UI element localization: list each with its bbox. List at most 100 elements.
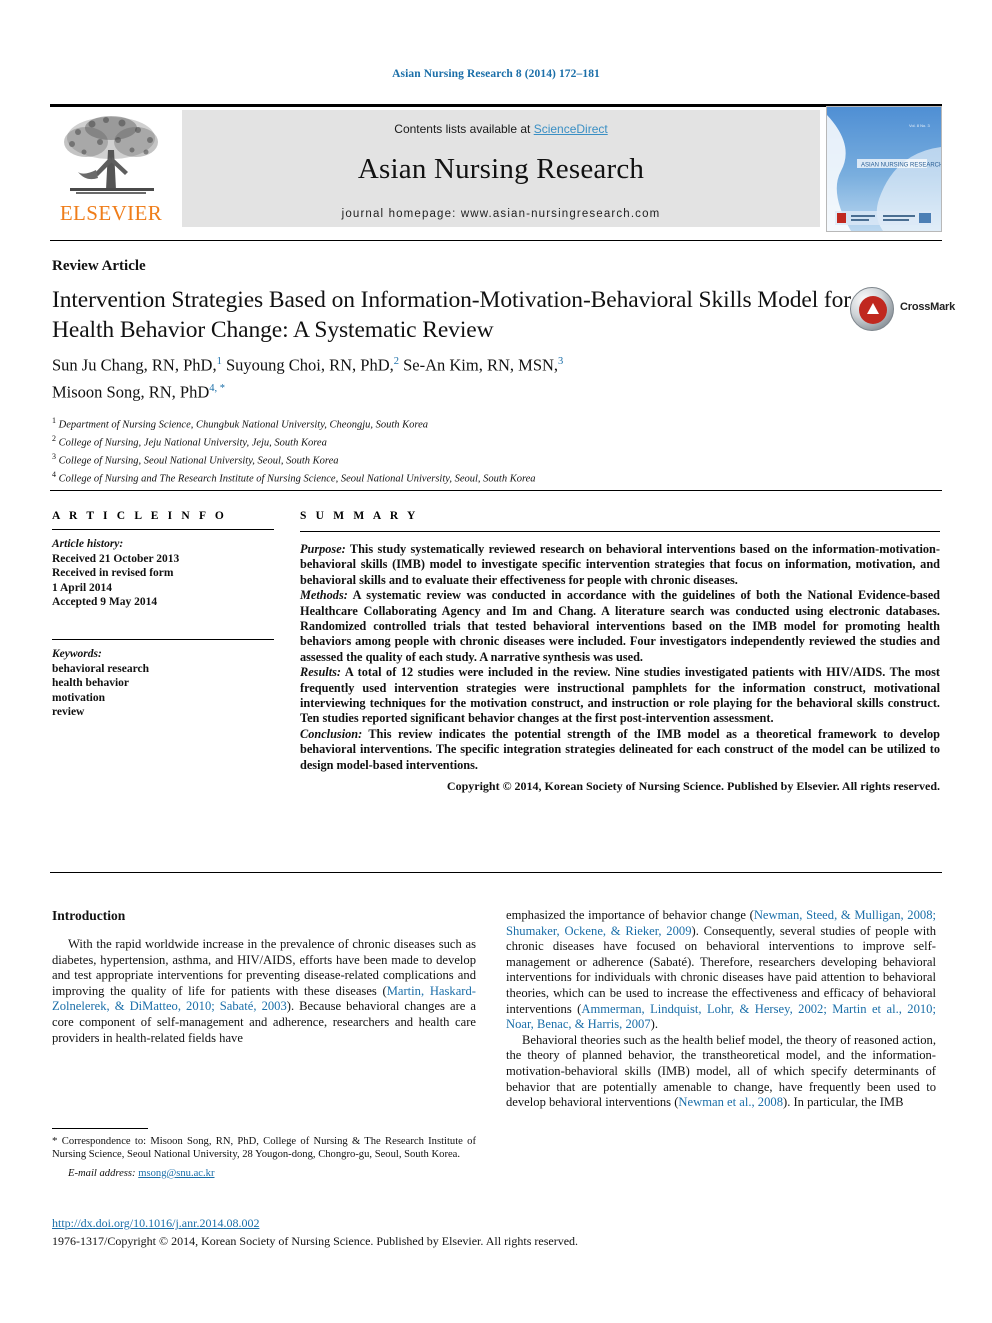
summary-rule [300, 531, 940, 532]
abstract-top-rule [50, 490, 942, 491]
article-info-column: A R T I C L E I N F O Article history: R… [52, 510, 274, 720]
summary-results-text: A total of 12 studies were included in t… [300, 665, 940, 726]
author-4-affiliation-marker: 4, * [209, 382, 225, 394]
keyword-item: review [52, 706, 85, 719]
article-info-rule [52, 529, 274, 530]
affiliation-item: 3 College of Nursing, Seoul National Uni… [52, 450, 852, 468]
summary-copyright: Copyright © 2014, Korean Society of Nurs… [446, 779, 940, 794]
citation-link[interactable]: Newman et al., 2008 [678, 1095, 783, 1109]
article-history-label: Article history: [52, 538, 124, 550]
summary-methods: Methods: A systematic review was conduct… [300, 588, 940, 665]
affiliation-item: 4 College of Nursing and The Research In… [52, 468, 852, 486]
summary-purpose: Purpose: This study systematically revie… [300, 542, 940, 588]
elsevier-wordmark: ELSEVIER [59, 201, 163, 225]
journal-homepage-line[interactable]: journal homepage: www.asian-nursingresea… [182, 208, 820, 220]
body-column-right: emphasized the importance of behavior ch… [506, 908, 936, 1111]
summary-conclusion-text: This review indicates the potential stre… [300, 726, 940, 772]
elsevier-logo: ELSEVIER [50, 110, 172, 230]
affiliation-text: College of Nursing, Jeju National Univer… [58, 437, 327, 449]
article-history-block: Article history: Received 21 October 201… [52, 537, 274, 610]
crossmark-arrow-icon [859, 296, 887, 324]
keyword-item: health behavior [52, 677, 129, 690]
email-label: E-mail address: [68, 1167, 136, 1179]
masthead-top-rule [50, 104, 942, 107]
journal-article-page: Asian Nursing Research 8 (2014) 172–181 [0, 0, 992, 1323]
keyword-item: behavioral research [52, 662, 149, 675]
affiliation-text: College of Nursing, Seoul National Unive… [58, 455, 339, 467]
author-list: Sun Ju Chang, RN, PhD,1 Suyoung Choi, RN… [52, 350, 842, 403]
summary-heading: S U M M A R Y [300, 510, 419, 522]
journal-band: Contents lists available at ScienceDirec… [182, 110, 820, 227]
page-title: Intervention Strategies Based on Informa… [52, 287, 852, 343]
affiliation-marker: 1 [52, 416, 56, 425]
sciencedirect-link[interactable]: ScienceDirect [534, 122, 608, 136]
keywords-label: Keywords: [52, 647, 102, 660]
summary-results-label: Results: [300, 665, 341, 680]
affiliation-marker: 4 [52, 470, 56, 480]
affiliation-list: 1 Department of Nursing Science, Chungbu… [52, 414, 852, 486]
summary-purpose-label: Purpose: [300, 542, 346, 556]
email-line: E-mail address: msong@snu.ac.kr [52, 1168, 476, 1179]
summary-conclusion: Conclusion: This review indicates the po… [300, 727, 940, 773]
author-3: Se-An Kim, RN, MSN, [403, 355, 559, 375]
svg-text:ASIAN NURSING RESEARCH: ASIAN NURSING RESEARCH [861, 163, 941, 169]
intro-paragraph-right-2: Behavioral theories such as the health b… [506, 1033, 936, 1111]
affiliation-marker: 2 [52, 434, 56, 444]
abstract-bottom-rule [50, 872, 942, 873]
journal-cover-thumbnail: ASIAN NURSING RESEARCH Vol. 8 No. 3 [826, 106, 942, 232]
keywords-rule [52, 638, 274, 640]
summary-body: Purpose: This study systematically revie… [300, 542, 940, 795]
keyword-item: motivation [52, 691, 106, 704]
contents-available-line: Contents lists available at ScienceDirec… [182, 122, 820, 136]
section-heading-introduction: Introduction [52, 908, 126, 923]
summary-purpose-text: This study systematically reviewed resea… [300, 542, 940, 587]
summary-methods-text: A systematic review was conducted in acc… [300, 588, 940, 664]
author-3-affiliation-marker: 3 [558, 356, 564, 367]
history-line: Accepted 9 May 2014 [52, 596, 158, 609]
author-1: Sun Ju Chang, RN, PhD, [52, 355, 217, 375]
author-4: Misoon Song, RN, PhD [52, 382, 210, 401]
history-line: 1 April 2014 [52, 581, 113, 594]
footnote-rule [52, 1128, 148, 1129]
elsevier-tree-icon [56, 112, 166, 200]
issn-copyright-line: 1976-1317/Copyright © 2014, Korean Socie… [52, 1234, 579, 1248]
journal-masthead: ELSEVIER Contents lists available at Sci… [50, 104, 942, 232]
author-2: Suyoung Choi, RN, PhD, [225, 355, 394, 375]
running-head: Asian Nursing Research 8 (2014) 172–181 [392, 68, 600, 80]
keywords-block: Keywords: behavioral research health beh… [52, 647, 274, 720]
intro-right-text-a: emphasized the importance of behavior ch… [506, 908, 754, 922]
crossmark-badge[interactable]: CrossMark [850, 287, 955, 333]
journal-title: Asian Nursing Research [357, 153, 645, 185]
author-2-affiliation-marker: 2 [393, 356, 399, 367]
article-info-heading: A R T I C L E I N F O [52, 510, 227, 522]
affiliation-marker: 3 [52, 452, 56, 462]
author-1-affiliation-marker: 1 [216, 356, 222, 367]
affiliation-item: 2 College of Nursing, Jeju National Univ… [52, 432, 852, 450]
affiliation-text: College of Nursing and The Research Inst… [58, 473, 536, 485]
summary-methods-label: Methods: [300, 588, 348, 603]
affiliation-item: 1 Department of Nursing Science, Chungbu… [52, 414, 852, 432]
history-line: Received in revised form [52, 567, 174, 580]
intro-right-text-c: ). [650, 1017, 658, 1032]
intro-right2-text-b: ). In particular, the IMB [783, 1095, 904, 1110]
crossmark-label: CrossMark [900, 301, 956, 313]
page-footer: http://dx.doi.org/10.1016/j.anr.2014.08.… [52, 1216, 942, 1249]
intro-paragraph-left: With the rapid worldwide increase in the… [52, 937, 476, 1046]
affiliation-text: Department of Nursing Science, Chungbuk … [58, 419, 429, 431]
masthead-bottom-rule [50, 240, 942, 241]
summary-results: Results: A total of 12 studies were incl… [300, 665, 940, 727]
doi-link[interactable]: http://dx.doi.org/10.1016/j.anr.2014.08.… [52, 1216, 942, 1231]
svg-text:Vol. 8 No. 3: Vol. 8 No. 3 [909, 123, 930, 128]
intro-paragraph-right-1: emphasized the importance of behavior ch… [506, 908, 936, 1033]
article-type-label: Review Article [52, 258, 146, 274]
contents-prefix: Contents lists available at [394, 122, 534, 136]
summary-column: S U M M A R Y Purpose: This study system… [300, 510, 940, 795]
correspondence-text: * Correspondence to: Misoon Song, RN, Ph… [52, 1135, 476, 1162]
correspondence-footnote: * Correspondence to: Misoon Song, RN, Ph… [52, 1128, 476, 1179]
summary-conclusion-label: Conclusion: [300, 726, 363, 741]
email-link[interactable]: msong@snu.ac.kr [138, 1168, 214, 1179]
history-line: Received 21 October 2013 [52, 552, 180, 565]
body-column-left: Introduction With the rapid worldwide in… [52, 908, 476, 1046]
crossmark-icon [850, 287, 894, 331]
